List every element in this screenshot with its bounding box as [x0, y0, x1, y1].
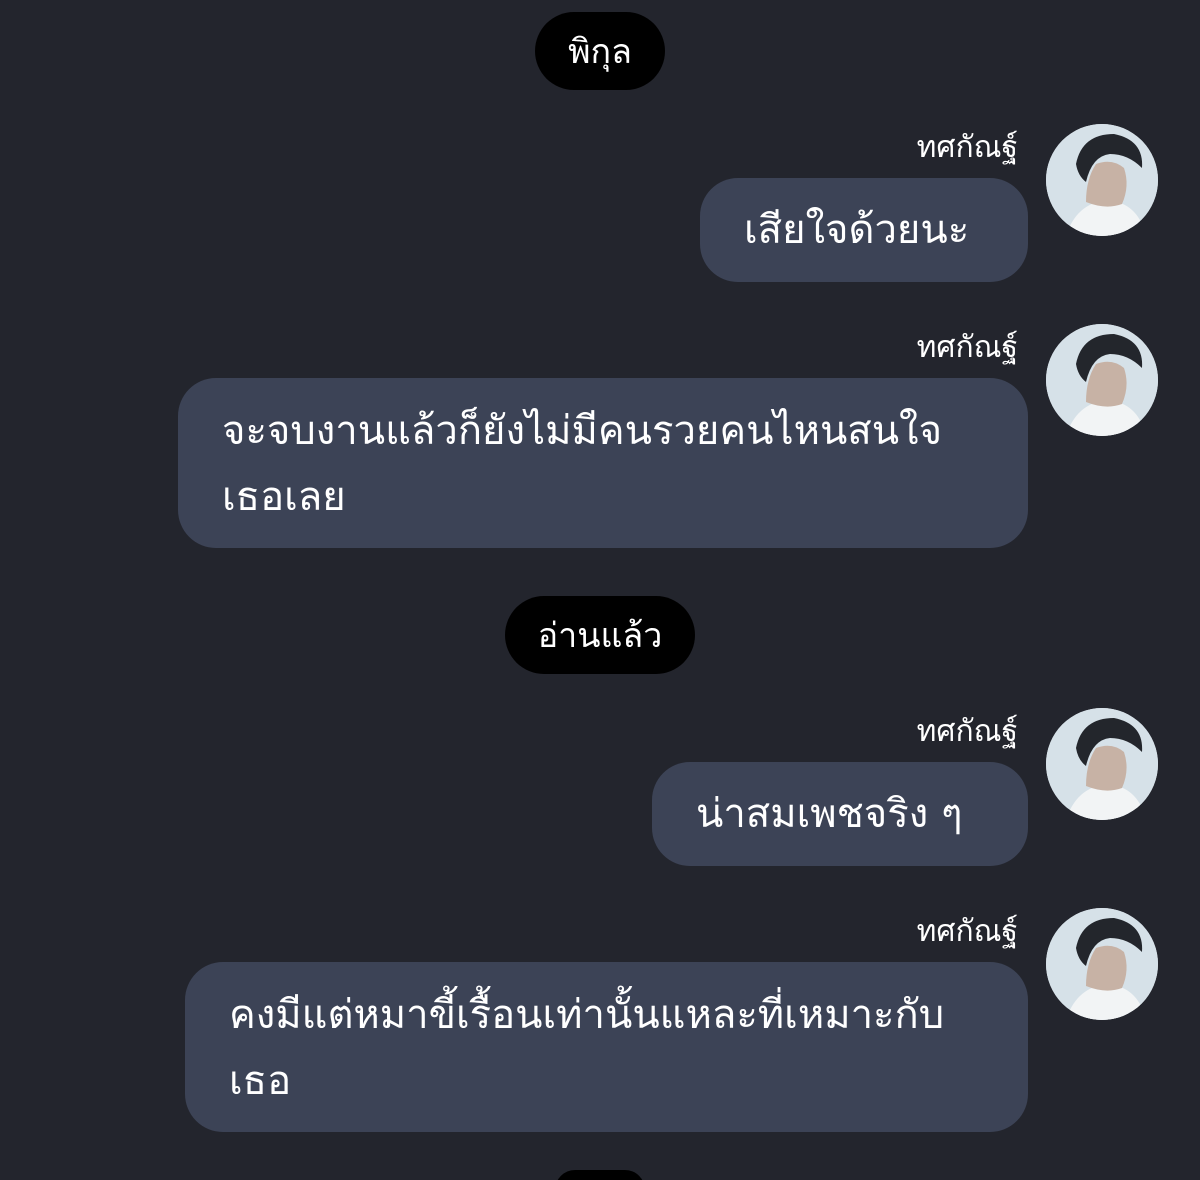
message-bubble[interactable]: คงมีแต่หมาขี้เรื้อนเท่านั้นแหละที่เหมาะก… — [185, 962, 1028, 1132]
message-bubble[interactable]: เสียใจด้วยนะ — [700, 178, 1028, 282]
message-sender-name: ทศกัณฐ์ — [916, 714, 1018, 749]
contact-name: พิกุล — [568, 32, 632, 72]
message-text: จะจบงานแล้วก็ยังไม่มีคนรวยคนไหนสนใจเธอเล… — [222, 408, 943, 520]
message-bubble[interactable]: จะจบงานแล้วก็ยังไม่มีคนรวยคนไหนสนใจเธอเล… — [178, 378, 1028, 548]
message-sender-name: ทศกัณฐ์ — [916, 130, 1018, 165]
message-text: คงมีแต่หมาขี้เรื้อนเท่านั้นแหละที่เหมาะก… — [229, 992, 945, 1104]
avatar-photo-icon — [1046, 908, 1158, 1020]
contact-name-pill: พิกุล — [535, 12, 665, 90]
message-bubble[interactable]: น่าสมเพชจริง ๆ — [652, 762, 1028, 866]
message-text: เสียใจด้วยนะ — [744, 207, 970, 253]
chat-screen: พิกุล ทศกัณฐ์ เสียใจด้วยนะ ทศกัณฐ์ จะจบง… — [0, 0, 1200, 1180]
read-status-label: อ่านแล้ว — [537, 616, 663, 656]
message-sender-name: ทศกัณฐ์ — [916, 914, 1018, 949]
next-status-pill — [555, 1170, 645, 1180]
sender-avatar[interactable] — [1046, 908, 1158, 1020]
sender-avatar[interactable] — [1046, 708, 1158, 820]
message-sender-name: ทศกัณฐ์ — [916, 330, 1018, 365]
avatar-photo-icon — [1046, 708, 1158, 820]
avatar-photo-icon — [1046, 124, 1158, 236]
read-status-pill: อ่านแล้ว — [505, 596, 695, 674]
sender-avatar[interactable] — [1046, 324, 1158, 436]
message-text: น่าสมเพชจริง ๆ — [696, 791, 963, 837]
sender-avatar[interactable] — [1046, 124, 1158, 236]
avatar-photo-icon — [1046, 324, 1158, 436]
